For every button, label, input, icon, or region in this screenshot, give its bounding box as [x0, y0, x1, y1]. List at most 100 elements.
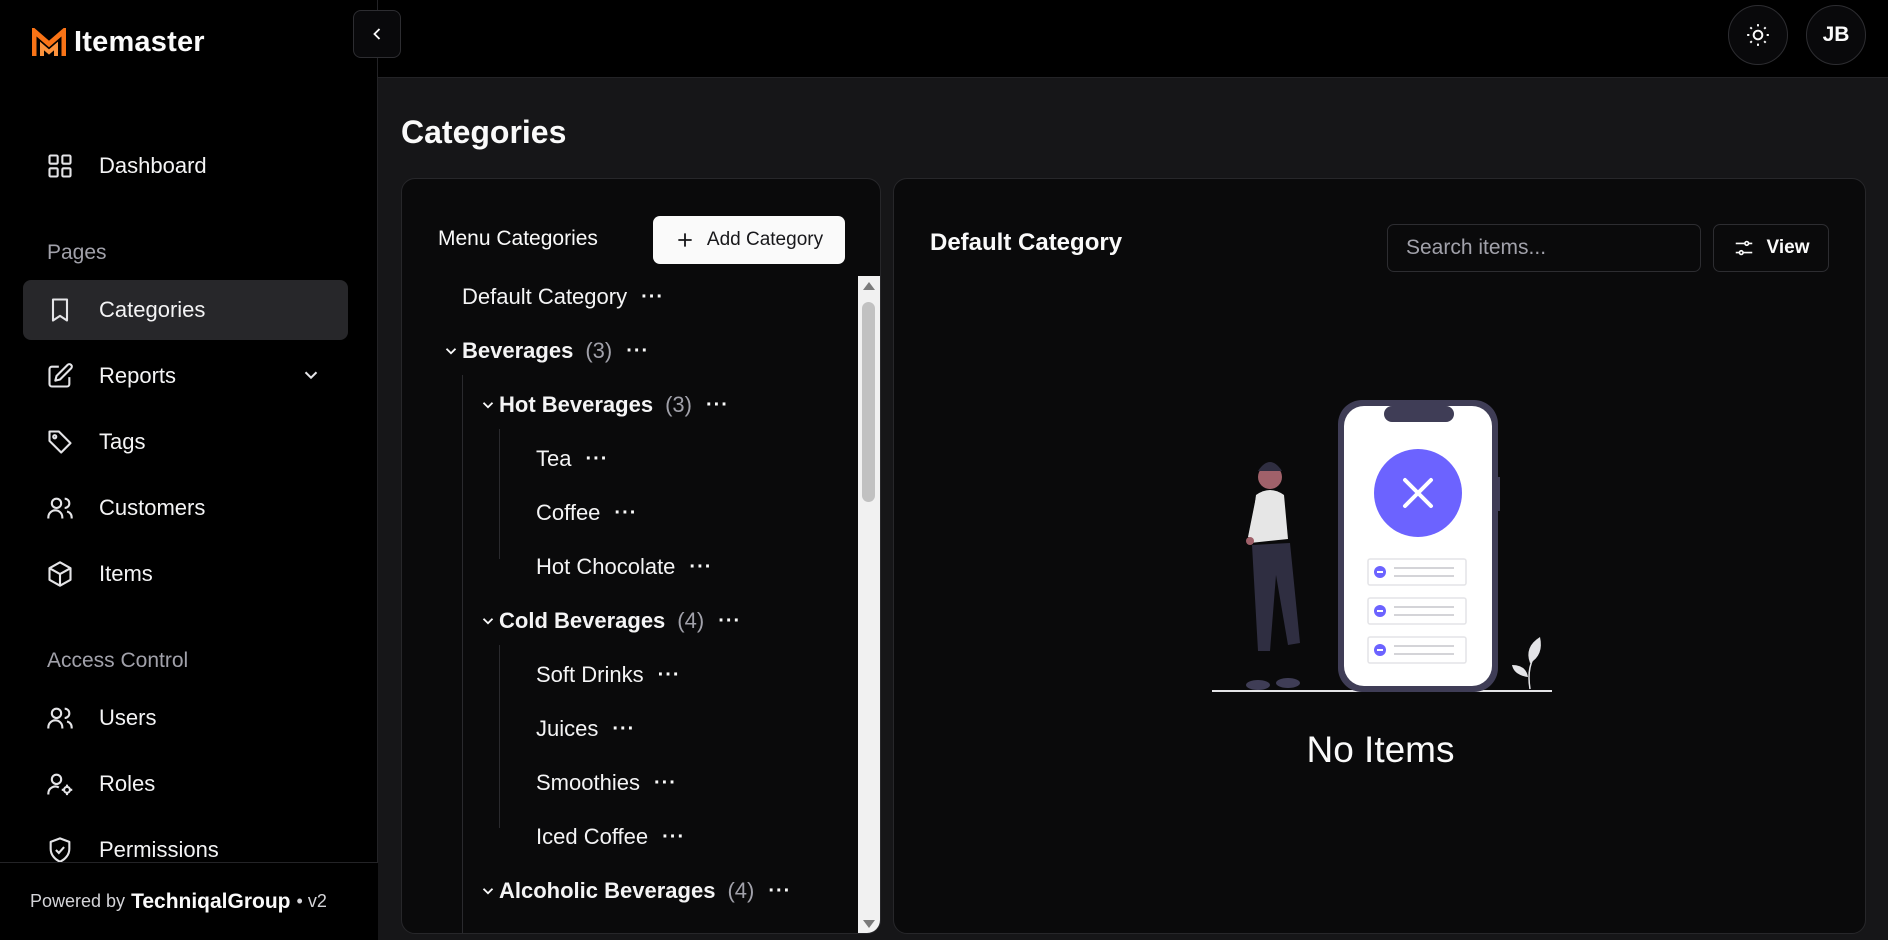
tree-guide-line: [462, 375, 463, 933]
user-cog-icon: [47, 773, 73, 796]
more-options-icon[interactable]: ···: [612, 719, 635, 739]
powered-by-label: Powered by: [30, 891, 126, 911]
more-options-icon[interactable]: ···: [768, 881, 791, 901]
sidebar-item-label: Roles: [99, 771, 156, 796]
shield-check-icon: [49, 837, 71, 863]
tree-item-label: Default Category: [462, 284, 628, 309]
chevron-down-icon[interactable]: [442, 342, 460, 360]
chevron-down-icon[interactable]: [479, 612, 497, 630]
edit-icon: [48, 363, 73, 388]
more-options-icon[interactable]: ···: [626, 341, 649, 361]
collapse-sidebar-button[interactable]: [353, 10, 401, 58]
sidebar-item-items[interactable]: Items: [23, 544, 348, 604]
theme-toggle-button[interactable]: [1728, 5, 1788, 65]
users-icon: [47, 497, 73, 519]
app-logo[interactable]: Itemaster: [32, 26, 205, 59]
sidebar-item-label: Categories: [99, 297, 206, 322]
tree-item-alcoholic-beverages[interactable]: Alcoholic Beverages (4) ···: [479, 874, 791, 908]
menu-categories-panel: Menu Categories Add Category Default Cat…: [401, 178, 881, 934]
more-options-icon[interactable]: ···: [706, 395, 729, 415]
box-icon: [48, 561, 72, 587]
sidebar-item-label: Dashboard: [99, 153, 207, 178]
tree-item-iced-coffee[interactable]: Iced Coffee ···: [536, 820, 685, 854]
sidebar-item-tags[interactable]: Tags: [23, 412, 348, 472]
scroll-down-arrow-icon[interactable]: [863, 920, 875, 928]
tree-item-label: Cold Beverages: [499, 608, 666, 633]
search-items-input[interactable]: [1387, 224, 1701, 272]
more-options-icon[interactable]: ···: [689, 557, 712, 577]
chevron-down-icon[interactable]: [479, 396, 497, 414]
app-name: Itemaster: [74, 26, 205, 58]
tree-item-label: Soft Drinks: [536, 662, 644, 687]
tree-guide-line: [499, 429, 500, 559]
scroll-up-arrow-icon[interactable]: [863, 282, 875, 290]
scrollbar-thumb[interactable]: [862, 302, 875, 502]
tree-guide-line: [499, 645, 500, 828]
add-category-button[interactable]: Add Category: [653, 216, 845, 264]
more-options-icon[interactable]: ···: [641, 287, 664, 307]
tree-item-label: Smoothies: [536, 770, 640, 795]
sidebar-item-dashboard[interactable]: Dashboard: [23, 136, 348, 196]
sidebar-item-label: Tags: [99, 429, 146, 454]
tree-item-count: (3): [585, 338, 613, 363]
sidebar-item-categories[interactable]: Categories: [23, 280, 348, 340]
tree-item-soft-drinks[interactable]: Soft Drinks ···: [536, 658, 681, 692]
sidebar: Itemaster Dashboard Pages Categories Rep…: [0, 0, 378, 940]
view-options-button[interactable]: View: [1713, 224, 1829, 272]
sidebar-item-users[interactable]: Users: [23, 688, 348, 748]
more-options-icon[interactable]: ···: [658, 665, 681, 685]
sidebar-item-roles[interactable]: Roles: [23, 754, 348, 814]
sidebar-footer: Powered by TechniqalGroup • v2: [0, 862, 378, 940]
sidebar-item-label: Customers: [99, 495, 206, 520]
user-avatar[interactable]: JB: [1806, 5, 1866, 65]
footer-brand[interactable]: TechniqalGroup: [131, 890, 290, 914]
tree-item-count: (3): [665, 392, 692, 417]
chevron-down-icon: [304, 371, 318, 380]
top-bar: JB: [353, 0, 1888, 78]
sliders-icon: [1735, 240, 1752, 256]
more-options-icon[interactable]: ···: [718, 611, 741, 631]
tree-item-tea[interactable]: Tea ···: [536, 442, 608, 476]
more-options-icon[interactable]: ···: [654, 773, 677, 793]
sun-icon: [1747, 24, 1769, 46]
plus-icon: [678, 233, 692, 247]
tree-item-count: (4): [727, 878, 755, 903]
tree-item-coffee[interactable]: Coffee ···: [536, 496, 637, 530]
category-tree: Default Category ··· Beverages (3) ··· H…: [402, 277, 858, 933]
tree-item-hot-chocolate[interactable]: Hot Chocolate ···: [536, 550, 712, 584]
tree-item-juices[interactable]: Juices ···: [536, 712, 635, 746]
tree-item-label: Hot Chocolate: [536, 554, 676, 579]
more-options-icon[interactable]: ···: [662, 827, 685, 847]
grid-icon: [48, 154, 72, 178]
menu-categories-title: Menu Categories: [438, 227, 598, 250]
itemaster-logo-icon: [32, 27, 66, 56]
tree-item-cold-beverages[interactable]: Cold Beverages (4) ···: [479, 604, 741, 638]
tree-item-label: Iced Coffee: [536, 824, 649, 849]
tree-item-label: Beverages: [462, 338, 574, 363]
sidebar-item-label: Permissions: [99, 837, 219, 862]
tree-item-count: (4): [677, 608, 705, 633]
section-label-access-control: Access Control: [47, 649, 189, 672]
more-options-icon[interactable]: ···: [585, 449, 608, 469]
sidebar-item-customers[interactable]: Customers: [23, 478, 348, 538]
bookmark-icon: [51, 298, 69, 322]
category-detail-panel: Default Category View: [893, 178, 1866, 934]
section-label-pages: Pages: [47, 241, 107, 264]
sidebar-item-reports[interactable]: Reports: [23, 346, 348, 406]
view-label: View: [1766, 237, 1810, 258]
users-icon: [47, 707, 73, 729]
page-title: Categories: [401, 114, 567, 150]
tree-item-smoothies[interactable]: Smoothies ···: [536, 766, 677, 800]
more-options-icon[interactable]: ···: [614, 503, 637, 523]
tree-item-default-category[interactable]: Default Category ···: [462, 280, 664, 314]
tree-item-beverages[interactable]: Beverages (3) ···: [442, 334, 649, 368]
tree-item-label: Hot Beverages: [499, 392, 654, 417]
chevron-down-icon[interactable]: [479, 882, 497, 900]
tag-icon: [48, 430, 72, 454]
chevron-left-icon: [373, 28, 381, 40]
empty-state-text: No Items: [1306, 729, 1455, 770]
version-label: • v2: [296, 891, 327, 911]
tree-item-label: Alcoholic Beverages: [499, 878, 716, 903]
tree-item-hot-beverages[interactable]: Hot Beverages (3) ···: [479, 388, 729, 422]
tree-scrollbar[interactable]: [858, 276, 880, 933]
